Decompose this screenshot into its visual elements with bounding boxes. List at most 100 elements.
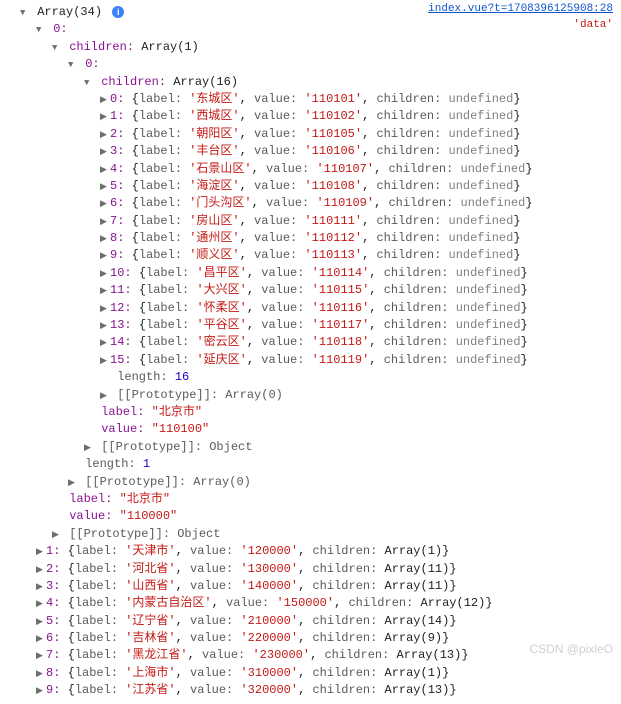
info-icon[interactable]: i [112, 6, 124, 18]
prototype-inner[interactable]: [[Prototype]]: Array(0) [8, 387, 613, 404]
value-val: '310000' [240, 666, 298, 680]
district-row[interactable]: 5: {label: '海淀区', value: '110108', child… [8, 178, 613, 195]
province-row[interactable]: 2: {label: '河北省', value: '130000', child… [8, 561, 613, 578]
children-val: Array(12) [421, 596, 486, 610]
district-row[interactable]: 1: {label: '西城区', value: '110102', child… [8, 108, 613, 125]
district-row[interactable]: 11: {label: '大兴区', value: '110115', chil… [8, 282, 613, 299]
chevron-right-icon[interactable] [100, 337, 110, 350]
label-key: label: [139, 196, 182, 210]
province-row[interactable]: 1: {label: '天津市', value: '120000', child… [8, 543, 613, 560]
value-val: '110117' [312, 318, 370, 332]
chevron-down-icon[interactable] [68, 59, 78, 72]
label-key: label: [139, 92, 182, 106]
index-label: 3: [110, 144, 124, 158]
district-row[interactable]: 9: {label: '顺义区', value: '110113', child… [8, 247, 613, 264]
value-key: value: [190, 631, 233, 645]
chevron-right-icon[interactable] [36, 546, 46, 559]
index-label: 4: [110, 162, 124, 176]
chevron-right-icon[interactable] [36, 564, 46, 577]
chevron-right-icon[interactable] [36, 616, 46, 629]
label-key: label: [146, 318, 189, 332]
children-val: Array(13) [385, 683, 450, 697]
prototype-outer-arr[interactable]: [[Prototype]]: Array(0) [8, 474, 613, 491]
chevron-down-icon[interactable] [36, 24, 46, 37]
district-row[interactable]: 0: {label: '东城区', value: '110101', child… [8, 91, 613, 108]
chevron-right-icon[interactable] [100, 320, 110, 333]
value-val: '320000' [240, 683, 298, 697]
province-row[interactable]: 4: {label: '内蒙古自治区', value: '150000', ch… [8, 595, 613, 612]
label-key: label: [75, 614, 118, 628]
chevron-down-icon[interactable] [84, 77, 94, 90]
chevron-right-icon[interactable] [100, 250, 110, 263]
district-row[interactable]: 13: {label: '平谷区', value: '110117', chil… [8, 317, 613, 334]
children-inner[interactable]: children: Array(16) [8, 74, 613, 91]
children-val: undefined [449, 248, 514, 262]
children-key: children: [312, 631, 377, 645]
district-row[interactable]: 14: {label: '密云区', value: '110118', chil… [8, 334, 613, 351]
source-link[interactable]: index.vue?t=1708396125908:28 [428, 3, 613, 15]
chevron-right-icon[interactable] [100, 285, 110, 298]
prototype-city[interactable]: [[Prototype]]: Object [8, 439, 613, 456]
district-row[interactable]: 10: {label: '昌平区', value: '110114', chil… [8, 265, 613, 282]
chevron-right-icon[interactable] [100, 111, 110, 124]
district-row[interactable]: 7: {label: '房山区', value: '110111', child… [8, 213, 613, 230]
label-val: '内蒙古自治区' [125, 596, 211, 610]
children-key: children: [376, 92, 441, 106]
chevron-right-icon[interactable] [100, 198, 110, 211]
label-val: '东城区' [189, 92, 239, 106]
chevron-right-icon[interactable] [100, 94, 110, 107]
value-key: value: [254, 109, 297, 123]
chevron-down-icon[interactable] [52, 42, 62, 55]
chevron-down-icon[interactable] [20, 7, 30, 20]
chevron-right-icon[interactable] [36, 668, 46, 681]
chevron-right-icon[interactable] [36, 581, 46, 594]
district-row[interactable]: 15: {label: '延庆区', value: '110119', chil… [8, 352, 613, 369]
district-row[interactable]: 8: {label: '通州区', value: '110112', child… [8, 230, 613, 247]
chevron-right-icon[interactable] [100, 146, 110, 159]
chevron-right-icon[interactable] [36, 633, 46, 646]
value-key: value: [190, 614, 233, 628]
children-0[interactable]: 0: [8, 56, 613, 73]
district-row[interactable]: 3: {label: '丰台区', value: '110106', child… [8, 143, 613, 160]
province-row[interactable]: 5: {label: '辽宁省', value: '210000', child… [8, 613, 613, 630]
index-label: 4: [46, 596, 60, 610]
chevron-right-icon[interactable] [100, 129, 110, 142]
prototype-prov[interactable]: [[Prototype]]: Object [8, 526, 613, 543]
district-row[interactable]: 12: {label: '怀柔区', value: '110116', chil… [8, 300, 613, 317]
district-row[interactable]: 4: {label: '石景山区', value: '110107', chil… [8, 161, 613, 178]
chevron-right-icon[interactable] [100, 181, 110, 194]
chevron-right-icon[interactable] [100, 268, 110, 281]
chevron-right-icon[interactable] [84, 442, 94, 455]
province-row[interactable]: 3: {label: '山西省', value: '140000', child… [8, 578, 613, 595]
province-row[interactable]: 7: {label: '黑龙江省', value: '230000', chil… [8, 647, 613, 664]
chevron-right-icon[interactable] [68, 477, 78, 490]
value-key: value: [254, 248, 297, 262]
chevron-right-icon[interactable] [100, 233, 110, 246]
children-outer[interactable]: children: Array(1) [8, 39, 613, 56]
children-key: children: [384, 353, 449, 367]
province-row[interactable]: 6: {label: '吉林省', value: '220000', child… [8, 630, 613, 647]
district-row[interactable]: 6: {label: '门头沟区', value: '110109', chil… [8, 195, 613, 212]
label-val: '密云区' [196, 335, 246, 349]
chevron-right-icon[interactable] [100, 303, 110, 316]
province-row[interactable]: 8: {label: '上海市', value: '310000', child… [8, 665, 613, 682]
district-row[interactable]: 2: {label: '朝阳区', value: '110105', child… [8, 126, 613, 143]
chevron-right-icon[interactable] [100, 390, 110, 403]
chevron-right-icon[interactable] [100, 164, 110, 177]
chevron-right-icon[interactable] [100, 355, 110, 368]
value-key: value: [261, 283, 304, 297]
index-label: 0: [110, 92, 124, 106]
chevron-right-icon[interactable] [52, 529, 62, 542]
label-key: label: [139, 127, 182, 141]
index-label: 11: [110, 283, 132, 297]
index-label: 14: [110, 335, 132, 349]
label-key: label: [146, 266, 189, 280]
chevron-right-icon[interactable] [36, 685, 46, 698]
province-row[interactable]: 9: {label: '江苏省', value: '320000', child… [8, 682, 613, 699]
chevron-right-icon[interactable] [36, 598, 46, 611]
chevron-right-icon[interactable] [100, 216, 110, 229]
value-key: value: [254, 231, 297, 245]
value-key: value: [101, 422, 144, 436]
value-key: value: [254, 144, 297, 158]
label-key: label: [146, 301, 189, 315]
